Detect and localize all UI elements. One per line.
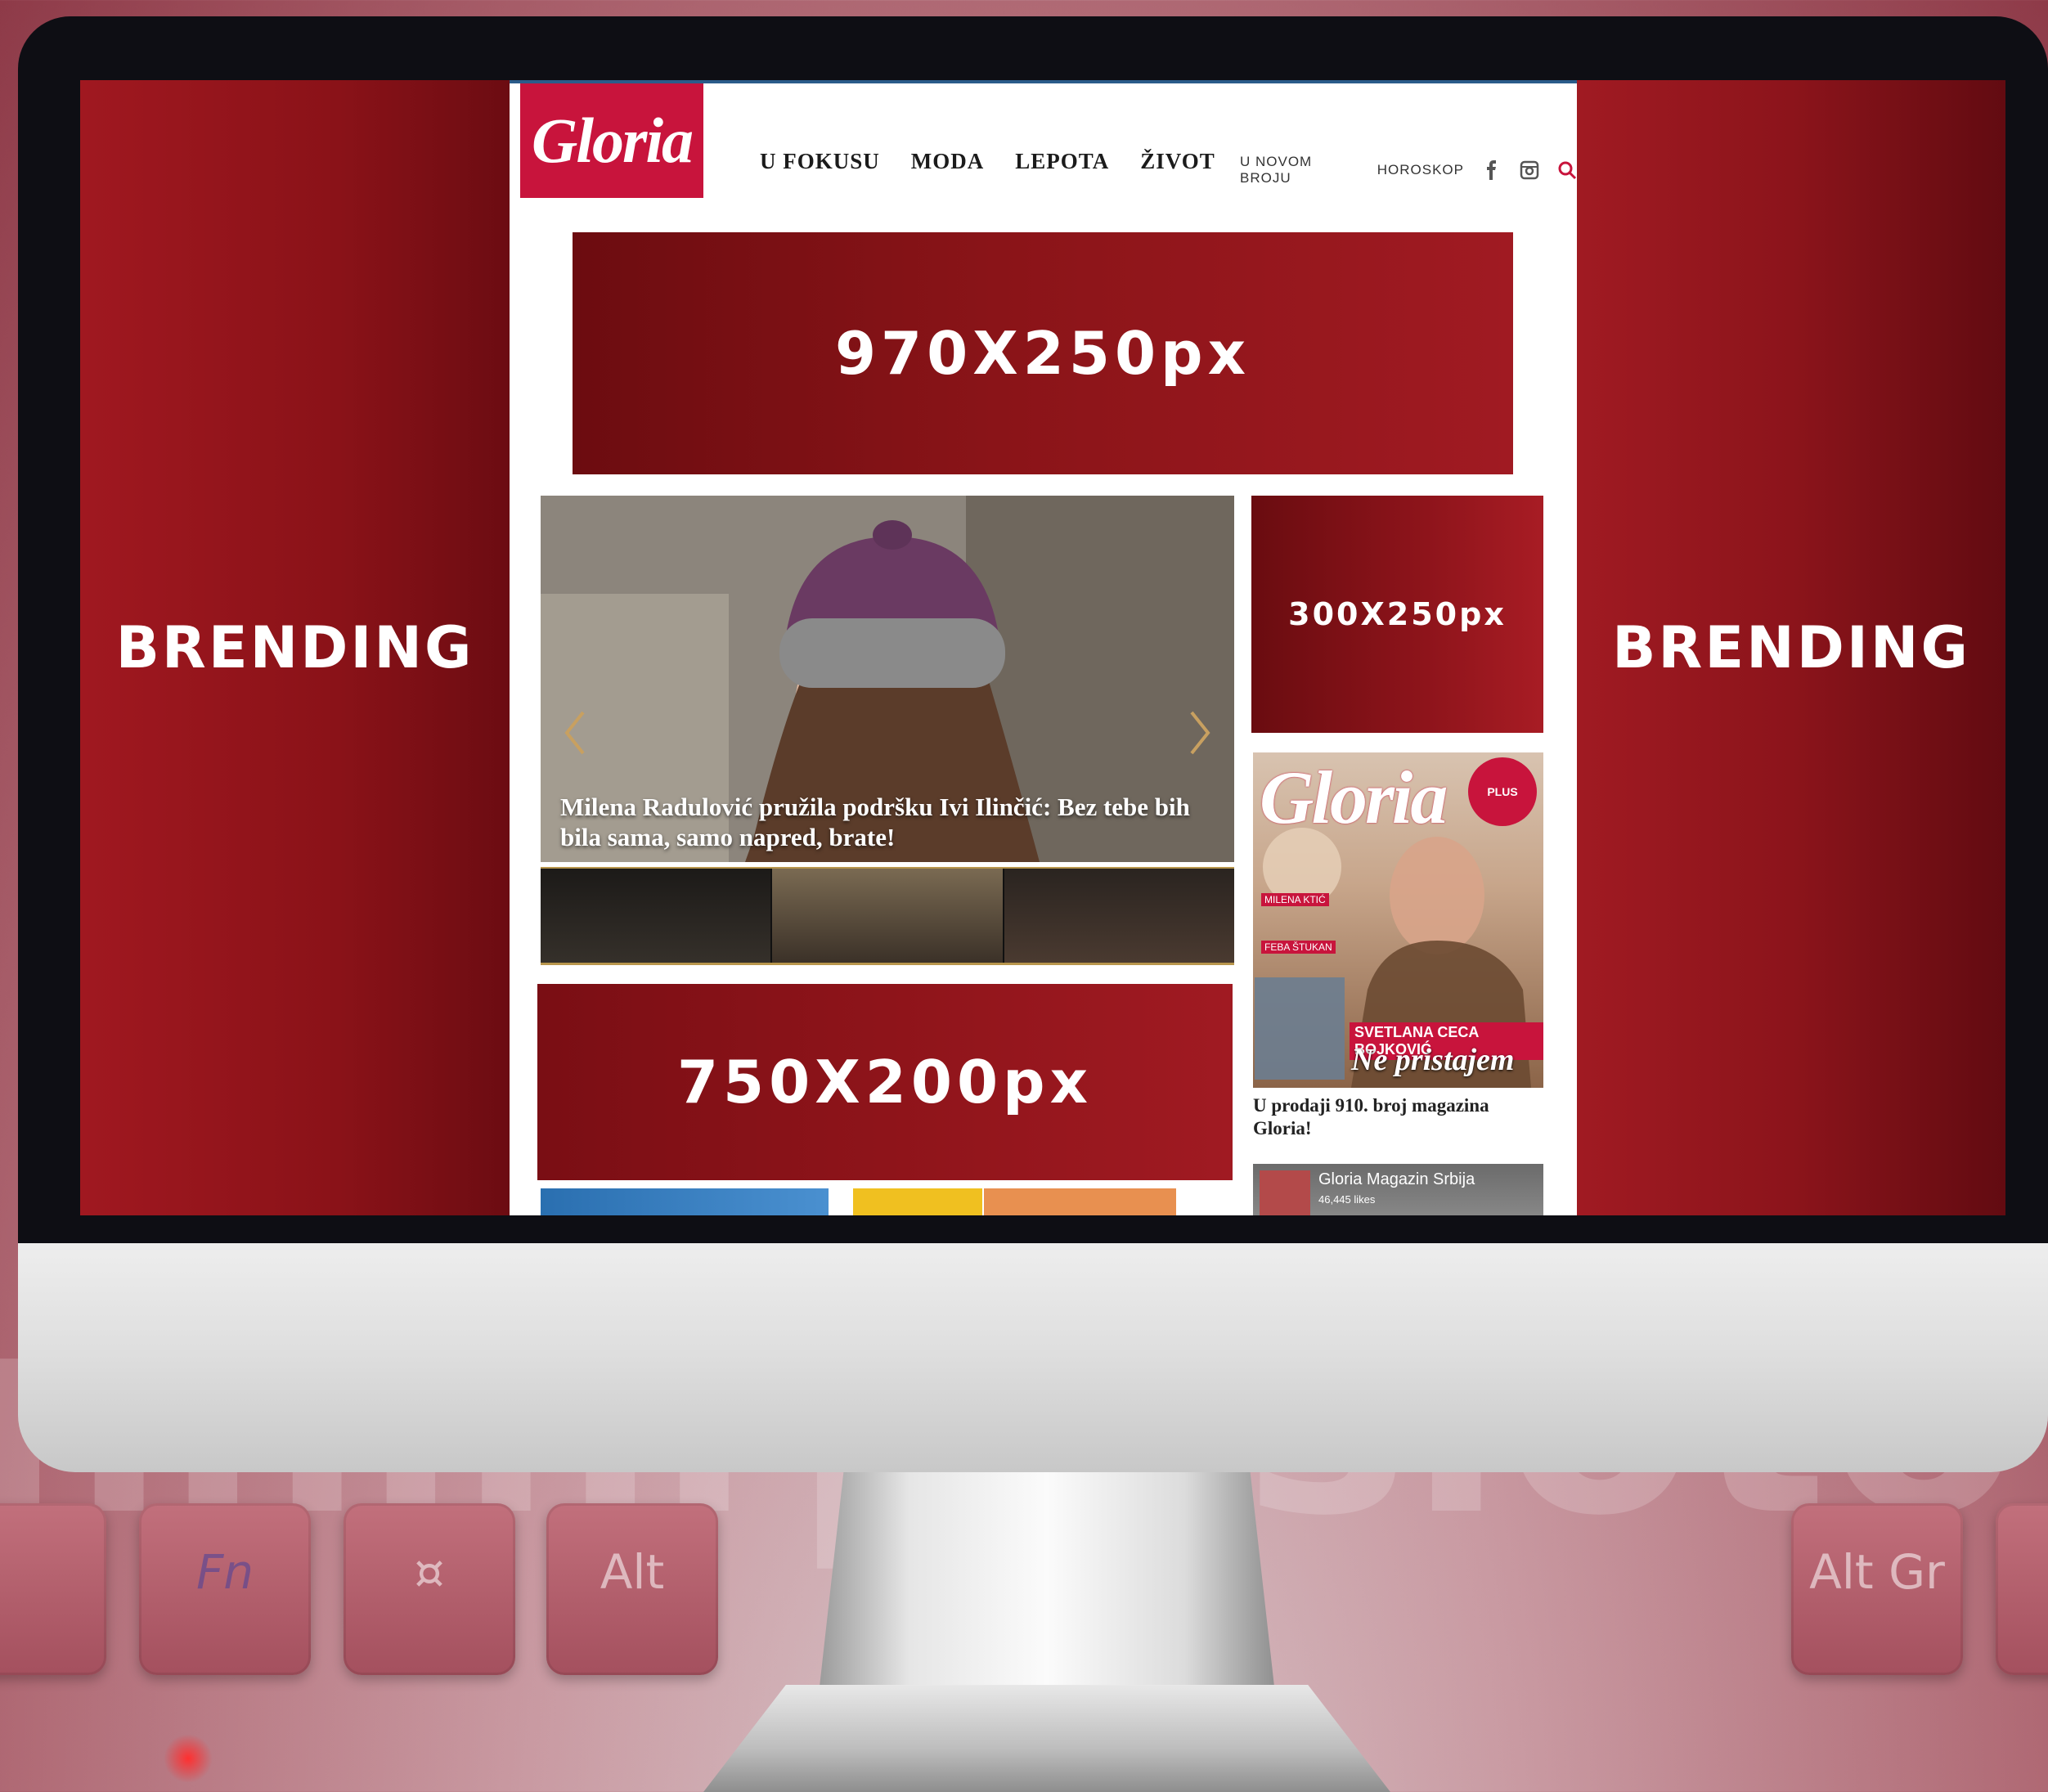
monitor-chin <box>18 1210 2048 1472</box>
ad-inline-750x200[interactable]: 750X200px <box>537 984 1233 1180</box>
search-icon[interactable] <box>1557 160 1577 180</box>
keyboard-key <box>1996 1503 2048 1675</box>
monitor-stand-base <box>703 1685 1390 1792</box>
cover-name-tag: MILENA KTIĆ <box>1261 893 1329 906</box>
main-nav: U FOKUSU MODA LEPOTA ŽIVOT <box>760 149 1215 174</box>
cover-feba-tag: FEBA ŠTUKAN <box>1261 941 1336 954</box>
red-light-glow <box>164 1734 213 1783</box>
secondary-nav: U NOVOM BROJU HOROSKOP <box>1240 154 1577 186</box>
article-teaser[interactable] <box>984 1188 1176 1215</box>
website-page: Gloria U FOKUSU MODA LEPOTA ŽIVOT U NOVO… <box>510 80 1577 1215</box>
hero-thumbnail-strip <box>541 867 1234 965</box>
facebook-page-box[interactable]: Gloria Magazin Srbija 46,445 likes <box>1253 1164 1543 1215</box>
keyboard-key-fn: Fn <box>139 1503 311 1675</box>
monitor-stand-neck <box>818 1456 1276 1701</box>
slider-next-button[interactable] <box>1183 708 1216 757</box>
slider-prev-button[interactable] <box>559 708 591 757</box>
branding-left-label: BRENDING <box>115 614 474 681</box>
ad-rectangle-300x250[interactable]: 300X250px <box>1251 496 1543 733</box>
thumbnail[interactable] <box>1004 869 1234 963</box>
thumbnail[interactable] <box>772 869 1004 963</box>
keyboard-key-alt: Alt <box>546 1503 718 1675</box>
article-teaser[interactable] <box>541 1188 829 1215</box>
site-logo-text: Gloria <box>531 105 694 176</box>
facebook-page-title[interactable]: Gloria Magazin Srbija <box>1318 1170 1475 1189</box>
instagram-icon[interactable] <box>1520 160 1539 180</box>
nav-item-u-novom-broju[interactable]: U NOVOM BROJU <box>1240 154 1359 186</box>
hero-slider[interactable]: Milena Radulović pružila podršku Ivi Ili… <box>541 496 1234 862</box>
nav-item-lepota[interactable]: LEPOTA <box>1015 149 1109 174</box>
facebook-icon[interactable] <box>1482 160 1502 180</box>
branding-right[interactable]: BRENDING <box>1577 80 2005 1215</box>
ad-inline-label: 750X200px <box>676 1048 1094 1116</box>
facebook-page-likes: 46,445 likes <box>1318 1193 1376 1206</box>
branding-left[interactable]: BRENDING <box>80 80 510 1215</box>
keyboard-key-currency: ¤ <box>344 1503 515 1675</box>
ad-leaderboard-970x250[interactable]: 970X250px <box>573 232 1513 474</box>
ad-leaderboard-label: 970X250px <box>834 319 1251 388</box>
branding-right-label: BRENDING <box>1612 614 1970 681</box>
nav-item-u-fokusu[interactable]: U FOKUSU <box>760 149 880 174</box>
monitor-screen: BRENDING BRENDING Gloria U FOKUSU MODA L… <box>80 80 2005 1215</box>
thumbnail[interactable] <box>541 869 773 963</box>
magazine-cover-caption[interactable]: U prodaji 910. broj magazina Gloria! <box>1253 1094 1543 1140</box>
site-logo[interactable]: Gloria <box>520 83 703 198</box>
nav-item-zivot[interactable]: ŽIVOT <box>1140 149 1215 174</box>
facebook-page-thumbnail <box>1260 1170 1310 1215</box>
hero-headline[interactable]: Milena Radulović pružila podršku Ivi Ili… <box>560 792 1215 852</box>
article-teaser[interactable] <box>853 1188 982 1215</box>
keyboard-key <box>0 1503 106 1675</box>
nav-item-horoskop[interactable]: HOROSKOP <box>1377 162 1464 178</box>
nav-item-moda[interactable]: MODA <box>911 149 984 174</box>
cover-headline-text: Ne pristajem <box>1351 1043 1515 1077</box>
magazine-cover[interactable]: Gloria PLUS MILENA KTIĆ FEBA ŠTUKAN SVET… <box>1253 752 1543 1088</box>
keyboard-key-alt-gr: Alt Gr <box>1791 1503 1963 1675</box>
ad-rectangle-label: 300X250px <box>1288 596 1507 632</box>
